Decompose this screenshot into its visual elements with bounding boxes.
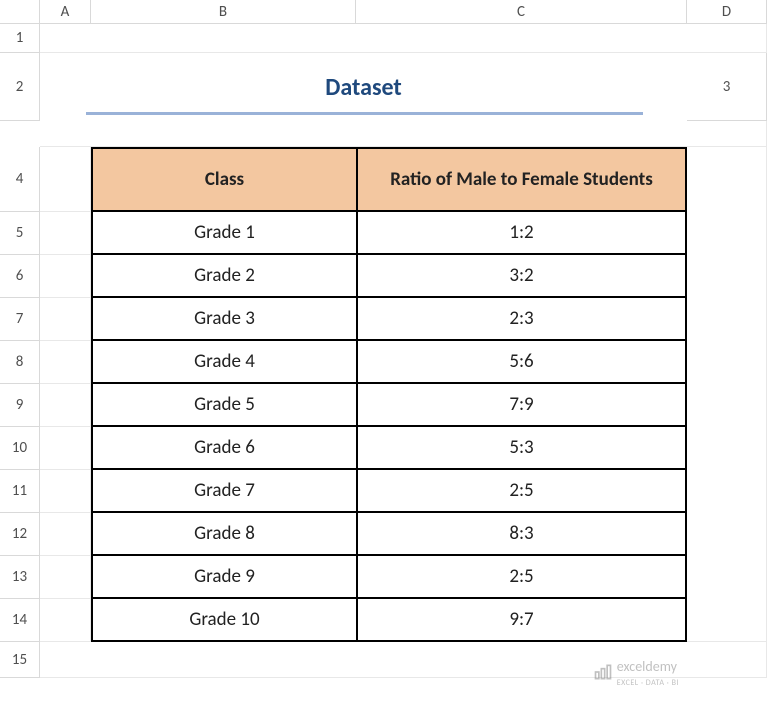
cell-a9[interactable]	[40, 384, 91, 427]
table-row: Grade 3 2:3	[91, 298, 687, 341]
cell-class[interactable]: Grade 3	[91, 298, 356, 339]
row-header-13[interactable]: 13	[0, 556, 40, 599]
cell-class[interactable]: Grade 1	[91, 212, 356, 253]
cell-a12[interactable]	[40, 513, 91, 556]
row-header-3[interactable]: 3	[687, 53, 767, 121]
row-header-12[interactable]: 12	[0, 513, 40, 556]
col-header-c[interactable]: C	[356, 0, 687, 24]
row-header-1[interactable]: 1	[0, 24, 40, 53]
row-header-10[interactable]: 10	[0, 427, 40, 470]
cell-class[interactable]: Grade 8	[91, 513, 356, 554]
cell-ratio[interactable]: 9:7	[356, 599, 687, 640]
watermark-brand: exceldemy	[617, 658, 677, 675]
cell-class[interactable]: Grade 2	[91, 255, 356, 296]
cell-class[interactable]: Grade 10	[91, 599, 356, 640]
table-row: Grade 6 5:3	[91, 427, 687, 470]
cell-class[interactable]: Grade 5	[91, 384, 356, 425]
table-header-row: Class Ratio of Male to Female Students	[91, 147, 687, 212]
row-header-2[interactable]: 2	[0, 53, 40, 121]
cell-a10[interactable]	[40, 427, 91, 470]
row-header-15[interactable]: 15	[0, 642, 40, 678]
row-header-11[interactable]: 11	[0, 470, 40, 513]
table-row: Grade 10 9:7	[91, 599, 687, 642]
cell-ratio[interactable]: 7:9	[356, 384, 687, 425]
cell-a14[interactable]	[40, 599, 91, 642]
row-header-9[interactable]: 9	[0, 384, 40, 427]
cell-a5[interactable]	[40, 212, 91, 255]
cell-row3[interactable]	[40, 121, 767, 147]
header-ratio[interactable]: Ratio of Male to Female Students	[356, 149, 687, 210]
cell-a13[interactable]	[40, 556, 91, 599]
col-header-a[interactable]: A	[40, 0, 91, 24]
cell-ratio[interactable]: 3:2	[356, 255, 687, 296]
watermark: exceldemy EXCEL · DATA · BI	[593, 660, 679, 688]
table-row: Grade 5 7:9	[91, 384, 687, 427]
watermark-text: exceldemy EXCEL · DATA · BI	[617, 660, 679, 688]
row-header-5[interactable]: 5	[0, 212, 40, 255]
row-header-6[interactable]: 6	[0, 255, 40, 298]
cell-b4[interactable]	[40, 147, 91, 212]
table-row: Grade 2 3:2	[91, 255, 687, 298]
data-table: Class Ratio of Male to Female Students G…	[91, 147, 687, 642]
spreadsheet-grid: A B C D 1 2 Dataset 3 4 Class Ratio of M…	[0, 0, 767, 678]
cell-col-d-span[interactable]	[687, 147, 767, 642]
cell-row1[interactable]	[40, 24, 767, 53]
select-all-corner[interactable]	[0, 0, 40, 24]
cell-a7[interactable]	[40, 298, 91, 341]
cell-class[interactable]: Grade 4	[91, 341, 356, 382]
title-cell[interactable]: Dataset	[40, 53, 687, 121]
table-row: Grade 8 8:3	[91, 513, 687, 556]
cell-class[interactable]: Grade 6	[91, 427, 356, 468]
row-header-14[interactable]: 14	[0, 599, 40, 642]
title-underline	[86, 112, 643, 115]
cell-ratio[interactable]: 5:6	[356, 341, 687, 382]
table-row: Grade 9 2:5	[91, 556, 687, 599]
page-title: Dataset	[325, 73, 402, 102]
cell-a11[interactable]	[40, 470, 91, 513]
chart-icon	[593, 662, 613, 686]
col-header-b[interactable]: B	[91, 0, 356, 24]
col-header-d[interactable]: D	[687, 0, 767, 24]
table-row: Grade 7 2:5	[91, 470, 687, 513]
cell-class[interactable]: Grade 9	[91, 556, 356, 597]
cell-a6[interactable]	[40, 255, 91, 298]
cell-ratio[interactable]: 2:5	[356, 556, 687, 597]
cell-ratio[interactable]: 1:2	[356, 212, 687, 253]
cell-ratio[interactable]: 2:3	[356, 298, 687, 339]
cell-ratio[interactable]: 5:3	[356, 427, 687, 468]
table-row: Grade 1 1:2	[91, 212, 687, 255]
cell-class[interactable]: Grade 7	[91, 470, 356, 511]
cell-ratio[interactable]: 2:5	[356, 470, 687, 511]
row-header-7[interactable]: 7	[0, 298, 40, 341]
header-class[interactable]: Class	[91, 149, 356, 210]
cell-ratio[interactable]: 8:3	[356, 513, 687, 554]
row-header-8[interactable]: 8	[0, 341, 40, 384]
watermark-sub: EXCEL · DATA · BI	[617, 678, 679, 688]
row-header-4[interactable]: 4	[0, 147, 40, 212]
table-row: Grade 4 5:6	[91, 341, 687, 384]
cell-a8[interactable]	[40, 341, 91, 384]
